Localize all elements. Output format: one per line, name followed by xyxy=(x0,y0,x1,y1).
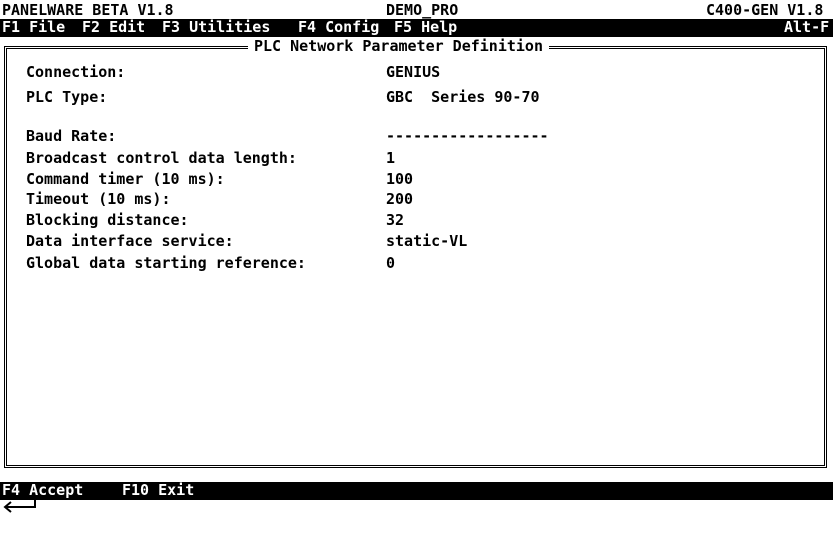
menu-config[interactable]: F4 Config xyxy=(298,19,379,36)
accept-key[interactable]: F4 Accept xyxy=(2,482,83,499)
field-plc-type-label: PLC Type: xyxy=(26,88,108,106)
menu-alt-hint: Alt-F xyxy=(784,18,830,36)
menu-bar: F1 File F2 Edit F3 Utilities F4 Config F… xyxy=(0,19,833,37)
field-global-data-ref-label: Global data starting reference: xyxy=(26,254,306,272)
field-command-timer-label: Command timer (10 ms): xyxy=(26,170,225,188)
target-version: C400-GEN V1.8 xyxy=(706,1,824,19)
field-plc-type-value[interactable]: GBC Series 90-70 xyxy=(386,89,540,106)
field-connection-value[interactable]: GENIUS xyxy=(386,64,440,81)
field-baud-rate-value[interactable]: ------------------ xyxy=(386,128,549,145)
exit-key[interactable]: F10 Exit xyxy=(122,482,194,499)
menu-help[interactable]: F5 Help xyxy=(394,19,457,36)
field-connection-label: Connection: xyxy=(26,63,126,81)
menu-file[interactable]: F1 File xyxy=(2,19,65,36)
field-timeout-label: Timeout (10 ms): xyxy=(26,190,171,208)
project-name: DEMO_PRO xyxy=(386,1,459,19)
field-blocking-distance-label: Blocking distance: xyxy=(26,211,189,229)
panel-title: PLC Network Parameter Definition xyxy=(248,38,549,55)
field-command-timer-value[interactable]: 100 xyxy=(386,171,413,188)
menu-utilities[interactable]: F3 Utilities xyxy=(162,19,270,36)
enter-arrow-icon xyxy=(3,500,36,513)
field-timeout-value[interactable]: 200 xyxy=(386,191,413,208)
field-blocking-distance-value[interactable]: 32 xyxy=(386,212,404,229)
field-global-data-ref-value[interactable]: 0 xyxy=(386,255,395,272)
field-broadcast-length-label: Broadcast control data length: xyxy=(26,149,297,167)
app-version: PANELWARE BETA V1.8 xyxy=(2,1,174,19)
field-data-interface-label: Data interface service: xyxy=(26,232,234,250)
field-data-interface-value[interactable]: static-VL xyxy=(386,233,467,250)
field-baud-rate-label: Baud Rate: xyxy=(26,127,117,145)
menu-edit[interactable]: F2 Edit xyxy=(82,19,145,36)
status-bar: PANELWARE BETA V1.8 DEMO_PRO C400-GEN V1… xyxy=(0,2,833,19)
function-key-bar: F4 Accept F10 Exit xyxy=(0,482,833,500)
field-broadcast-length-value[interactable]: 1 xyxy=(386,150,395,167)
